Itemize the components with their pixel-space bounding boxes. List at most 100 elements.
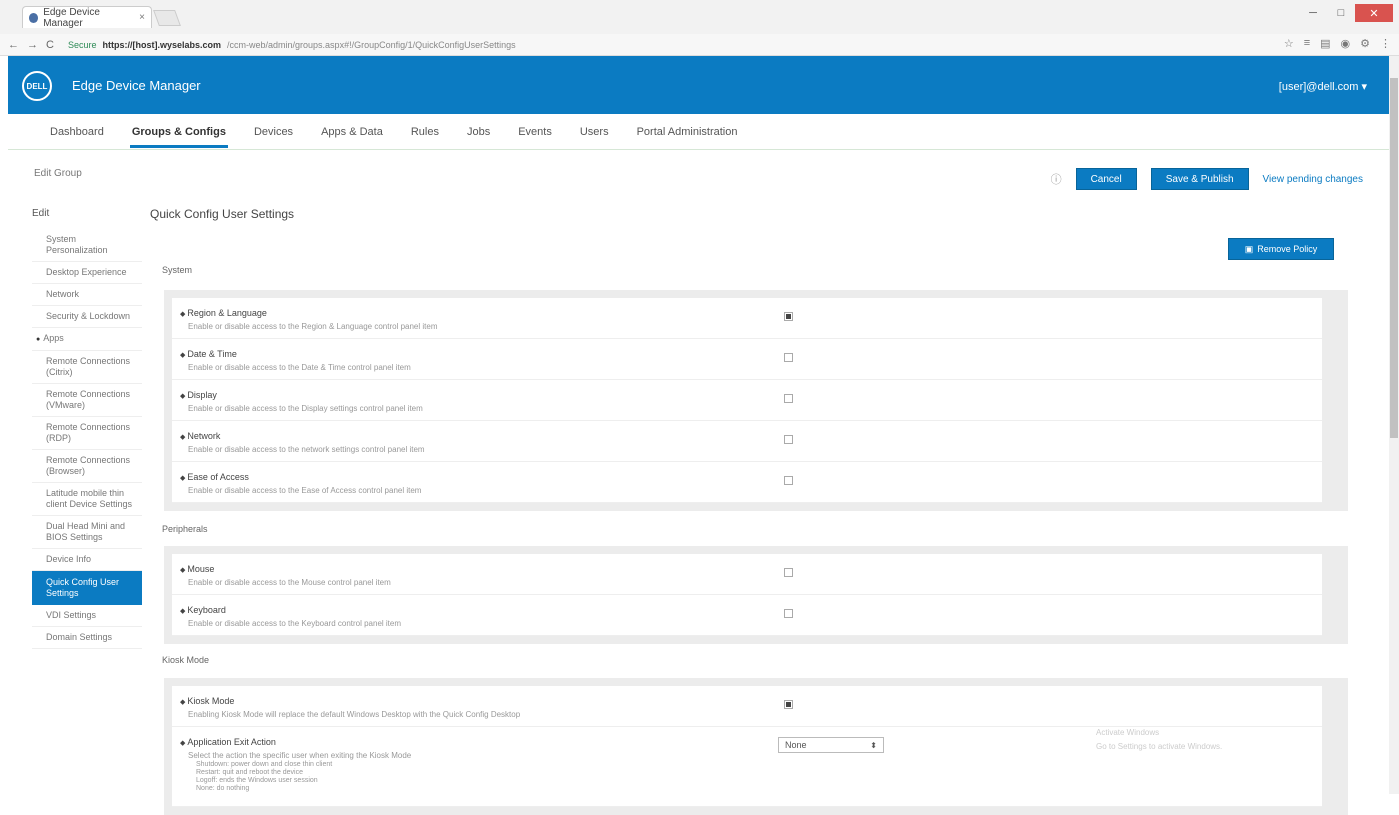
sidebar-item[interactable]: Remote Connections (RDP) [32,417,142,450]
extension-icon[interactable]: ☆ [1284,37,1294,50]
sidebar-item[interactable]: Device Info [32,549,142,571]
forward-icon[interactable]: → [27,39,38,51]
select-value: None [785,740,807,750]
minimize-icon[interactable]: ─ [1299,4,1327,22]
address-bar: ← → C Secure https://[host].wyselabs.com… [0,34,1399,56]
cancel-button[interactable]: Cancel [1075,168,1137,190]
option-bullet: None: do nothing [196,785,250,792]
setting-description: Enable or disable access to the Region &… [188,322,438,331]
sidebar-item[interactable]: Desktop Experience [32,262,142,284]
page-scrollbar[interactable] [1389,56,1399,794]
option-bullet: Shutdown: power down and close thin clie… [196,761,333,768]
setting-checkbox[interactable] [784,435,793,444]
setting-checkbox[interactable] [784,312,793,321]
setting-name: Keyboard [180,605,226,615]
setting-description: Enable or disable access to the Keyboard… [188,619,402,628]
sidebar-item[interactable]: Domain Settings [32,627,142,649]
nav-tab-devices[interactable]: Devices [240,114,307,150]
sidebar-item[interactable]: System Personalization [32,229,142,262]
setting-description: Enable or disable access to the Mouse co… [188,578,391,587]
extension-icons: ☆ ≡ ▤ ◉ ⚙ ⋮ [1284,37,1391,50]
extension-icon[interactable]: ◉ [1341,37,1351,50]
sidebar-item[interactable]: Remote Connections (VMware) [32,384,142,417]
setting-description: Enable or disable access to the Date & T… [188,363,411,372]
browser-tab-bar: Edge Device Manager × ─ □ ✕ [0,0,1399,34]
setting-description: Enable or disable access to the network … [188,445,425,454]
sidebar-item[interactable]: Apps [32,328,142,351]
extension-icon[interactable]: ⚙ [1360,37,1370,50]
info-icon[interactable]: ⓘ [1051,171,1062,187]
dell-logo: DELL [22,71,52,101]
nav-tab-rules[interactable]: Rules [397,114,453,150]
sidebar-item[interactable]: Remote Connections (Citrix) [32,351,142,384]
scrollbar-thumb[interactable] [1390,78,1398,438]
setting-row: Network Enable or disable access to the n… [172,421,1322,462]
extension-icon[interactable]: ▤ [1320,37,1330,50]
sidebar-item[interactable]: VDI Settings [32,605,142,627]
app-header: DELL Edge Device Manager [user]@dell.com… [8,56,1389,114]
watermark-line: Activate Windows [1096,728,1160,737]
setting-row: Date & Time Enable or disable access to t… [172,339,1322,380]
nav-tab-dashboard[interactable]: Dashboard [36,114,118,150]
setting-checkbox[interactable] [784,568,793,577]
tab-close-icon[interactable]: × [139,12,145,23]
extension-icon[interactable]: ≡ [1304,37,1310,50]
user-menu[interactable]: [user]@dell.com ▾ [1279,80,1367,93]
setting-checkbox[interactable] [784,609,793,618]
setting-row: Mouse Enable or disable access to the Mou… [172,554,1322,595]
save-publish-button[interactable]: Save & Publish [1150,168,1249,190]
setting-checkbox[interactable] [784,353,793,362]
breadcrumb[interactable]: Edit Group [34,168,82,179]
sidebar-item[interactable]: Network [32,284,142,306]
extension-icon[interactable]: ⋮ [1380,37,1391,50]
sidebar-item[interactable]: Security & Lockdown [32,306,142,328]
sidebar-item[interactable]: Quick Config User Settings [32,571,142,605]
nav-tab-events[interactable]: Events [504,114,566,150]
option-bullet: Logoff: ends the Windows user session [196,777,318,784]
url-input[interactable]: Secure https://[host].wyselabs.com /ccm-… [62,37,522,53]
nav-tab-users[interactable]: Users [566,114,623,150]
top-navigation: Dashboard Groups & Configs Devices Apps & D… [8,114,1389,150]
nav-tab-groups-configs[interactable]: Groups & Configs [118,114,240,150]
view-pending-changes-link[interactable]: View pending changes [1263,174,1363,185]
app-title: Edge Device Manager [72,78,201,93]
reload-icon[interactable]: C [46,39,54,51]
setting-checkbox[interactable] [784,700,793,709]
nav-tab-portal-administration[interactable]: Portal Administration [623,114,752,150]
setting-row: Ease of Access Enable or disable access t… [172,462,1322,503]
sidebar-item[interactable]: Dual Head Mini and BIOS Settings [32,516,142,549]
exit-action-options: Shutdown: power down and close thin clie… [196,761,332,793]
exit-action-select[interactable]: None ⬍ [778,737,884,753]
setting-row: Display Enable or disable access to the D… [172,380,1322,421]
setting-name: Mouse [180,564,214,574]
browser-tab[interactable]: Edge Device Manager × [22,6,152,29]
back-icon[interactable]: ← [8,39,19,51]
section-label: Peripherals [162,524,208,534]
sidebar-item[interactable]: Remote Connections (Browser) [32,450,142,483]
nav-tab-apps-data[interactable]: Apps & Data [307,114,397,150]
watermark-line: Go to Settings to activate Windows. [1096,742,1223,751]
remove-policy-button[interactable]: ▣ Remove Policy [1228,238,1334,260]
maximize-icon[interactable]: □ [1327,4,1355,22]
setting-name: Display [180,390,217,400]
close-window-icon[interactable]: ✕ [1355,4,1393,22]
tab-title: Edge Device Manager [43,6,100,29]
sidebar-heading: Edit [32,208,50,219]
setting-checkbox[interactable] [784,394,793,403]
window-controls: ─ □ ✕ [1299,4,1393,22]
section-label: Kiosk Mode [162,655,210,665]
setting-description: Select the action the specific user when… [188,751,412,760]
trash-icon: ▣ [1244,243,1254,254]
setting-checkbox[interactable] [784,476,793,485]
group-actions: ⓘ Cancel Save & Publish View pending cha… [1051,168,1363,190]
setting-name: Region & Language [180,308,267,318]
remove-policy-label: Remove Policy [1257,244,1318,254]
nav-tab-jobs[interactable]: Jobs [453,114,504,150]
settings-panel: Region & Language Enable or disable acces… [164,290,1348,511]
setting-description: Enable or disable access to the Display … [188,404,423,413]
secure-label: Secure [67,39,97,50]
config-sidebar: Edit System Personalization Desktop Exper… [32,204,142,649]
new-tab-button[interactable] [153,10,181,26]
setting-name: Date & Time [180,349,237,359]
sidebar-item[interactable]: Latitude mobile thin client Device Setti… [32,483,142,516]
